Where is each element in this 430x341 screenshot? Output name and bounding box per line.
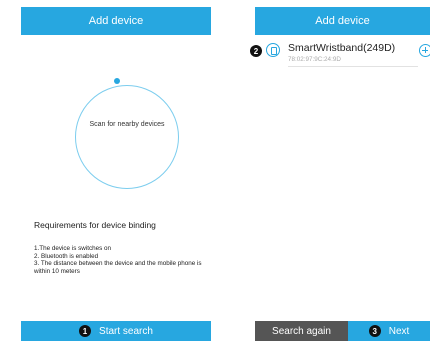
- wristband-icon: [266, 43, 280, 57]
- step-badge-3: 3: [368, 325, 381, 337]
- requirement-item: 2. Bluetooth is enabled: [34, 252, 99, 260]
- next-button[interactable]: 3 Next: [348, 321, 430, 341]
- start-search-button[interactable]: 1 Start search: [21, 321, 211, 341]
- device-mac-address: 78:02:97:9C:24:9D: [288, 56, 341, 63]
- add-device-icon[interactable]: [419, 44, 430, 57]
- add-device-scan-screen: Add device Scan for nearby devices Requi…: [21, 0, 211, 341]
- requirement-item: 1.The device is switches on: [34, 245, 111, 252]
- add-device-results-screen: Add device 2 SmartWristband(249D) 78:02:…: [250, 0, 430, 341]
- scan-label: Scan for nearby devices: [89, 121, 165, 128]
- next-label: Next: [388, 325, 410, 337]
- requirement-item: 3. The distance between the device and t…: [34, 260, 202, 275]
- header-title: Add device: [255, 7, 430, 35]
- scan-progress-dot: [114, 78, 120, 84]
- requirements-list: 1.The device is switches on 2. Bluetooth…: [34, 245, 209, 275]
- start-search-label: Start search: [99, 325, 153, 337]
- divider: [288, 66, 418, 67]
- header-title: Add device: [21, 7, 211, 35]
- requirements-title: Requirements for device binding: [34, 220, 156, 230]
- step-badge-1: 1: [79, 325, 92, 337]
- device-list-item[interactable]: SmartWristband(249D) 78:02:97:9C:24:9D: [255, 40, 430, 70]
- search-again-button[interactable]: Search again: [255, 321, 348, 341]
- device-name: SmartWristband(249D): [288, 42, 396, 54]
- scan-ring[interactable]: [75, 85, 179, 189]
